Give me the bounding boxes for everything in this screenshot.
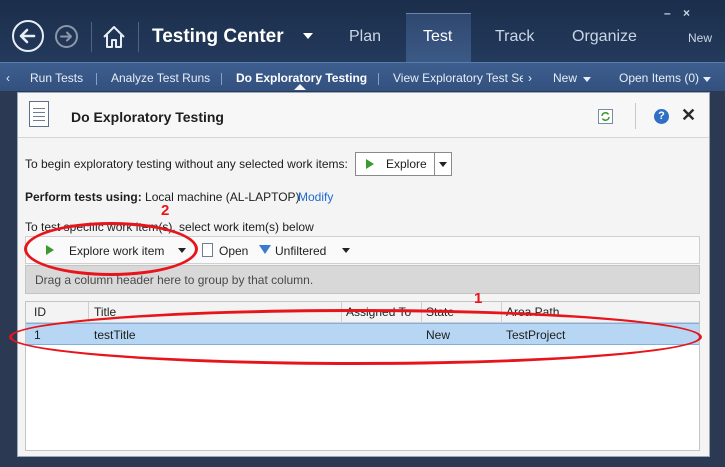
open-items-menu[interactable]: Open Items (0) — [619, 71, 699, 85]
document-icon — [29, 101, 49, 127]
perform-label: Perform tests using: — [25, 190, 142, 204]
chevron-down-icon — [703, 77, 711, 82]
close-window-button[interactable]: × — [683, 6, 690, 20]
panel-header: Do Exploratory Testing ? ✕ — [18, 93, 709, 138]
divider — [96, 73, 97, 85]
subnav-do-exploratory-testing[interactable]: Do Exploratory Testing — [236, 71, 367, 85]
home-button[interactable] — [100, 23, 128, 51]
arrow-right-icon — [60, 31, 72, 42]
tab-track[interactable]: Track — [495, 28, 534, 46]
group-by-hint: Drag a column header here to group by th… — [35, 273, 314, 287]
app-title: Testing Center — [152, 26, 284, 47]
page-title: Do Exploratory Testing — [71, 109, 224, 125]
active-subnav-indicator — [294, 84, 306, 90]
explore-button-label: Explore — [386, 157, 427, 171]
intro-text: To begin exploratory testing without any… — [25, 157, 348, 171]
forward-button[interactable] — [55, 25, 78, 48]
app-menu-caret-icon[interactable] — [303, 33, 313, 39]
explore-button[interactable]: Explore — [355, 152, 452, 176]
scroll-right-icon[interactable]: › — [528, 71, 532, 85]
divider — [378, 73, 379, 85]
scroll-left-icon[interactable]: ‹ — [6, 71, 10, 85]
minimize-button[interactable]: – — [664, 6, 671, 20]
filter-button[interactable]: Unfiltered — [275, 244, 326, 258]
tab-plan[interactable]: Plan — [349, 28, 381, 46]
divider — [635, 103, 636, 129]
subnav-run-tests[interactable]: Run Tests — [30, 71, 83, 85]
tab-organize[interactable]: Organize — [572, 28, 637, 46]
annotation-ellipse-explore-work-item — [24, 222, 198, 276]
annotation-label-1: 1 — [474, 290, 483, 307]
subnav-analyze-test-runs[interactable]: Analyze Test Runs — [111, 71, 210, 85]
arrow-left-icon — [19, 28, 36, 44]
divider — [91, 22, 92, 52]
refresh-arrows-icon — [601, 112, 610, 121]
chevron-down-icon[interactable] — [439, 162, 447, 167]
divider — [138, 22, 139, 52]
play-icon — [366, 159, 374, 169]
open-document-icon — [202, 243, 213, 257]
close-icon[interactable]: ✕ — [681, 105, 696, 126]
divider — [221, 73, 222, 85]
chevron-down-icon — [583, 77, 591, 82]
divider — [434, 153, 435, 175]
subnav-view-exploratory-sessions[interactable]: View Exploratory Test Ses — [393, 71, 523, 85]
hub-bar: – × Testing Center Plan Test Track Organ… — [0, 0, 725, 63]
hub-new-link[interactable]: New — [688, 31, 712, 45]
help-icon[interactable]: ? — [654, 109, 669, 124]
home-icon — [103, 26, 125, 48]
tab-test[interactable]: Test — [423, 28, 452, 46]
annotation-label-2: 2 — [161, 202, 170, 219]
open-button[interactable]: Open — [219, 244, 248, 258]
chevron-down-icon[interactable] — [342, 248, 350, 253]
refresh-icon[interactable] — [598, 109, 613, 124]
column-header-id[interactable]: ID — [34, 305, 46, 319]
back-button[interactable] — [12, 20, 44, 52]
filter-icon — [259, 245, 271, 254]
subnav-new-menu[interactable]: New — [553, 71, 577, 85]
modify-link[interactable]: Modify — [298, 190, 333, 204]
annotation-ellipse-selected-row — [9, 309, 702, 365]
sub-navigation: ‹ Run Tests Analyze Test Runs Do Explora… — [0, 62, 725, 91]
